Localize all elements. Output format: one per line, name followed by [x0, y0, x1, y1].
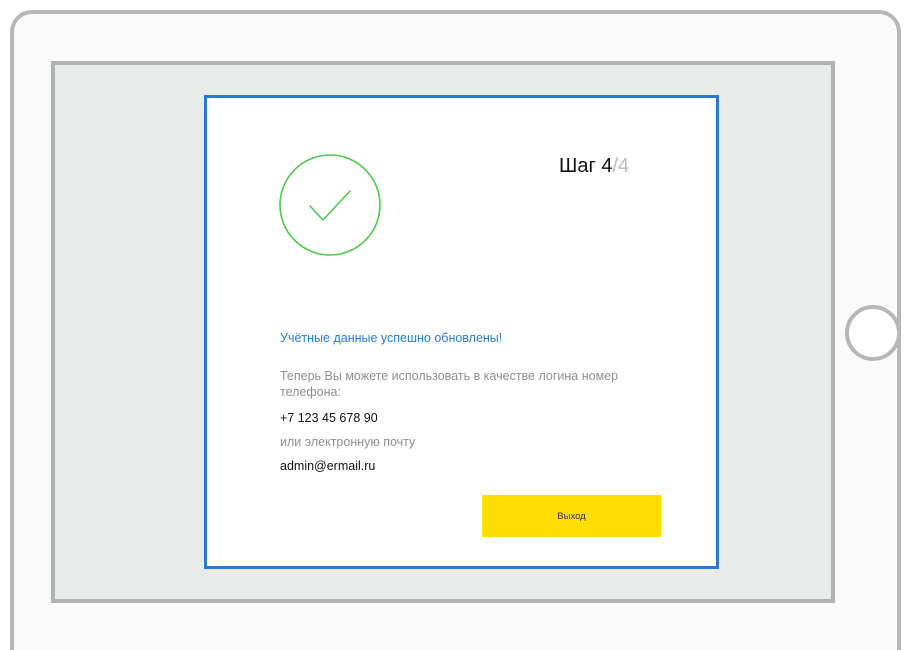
step-label: Шаг	[559, 155, 596, 177]
step-current: 4	[601, 155, 613, 177]
step-total: 4	[618, 155, 630, 177]
check-circle-icon	[279, 154, 381, 256]
success-title: Учётные данные успешно обновлены!	[280, 331, 503, 345]
phone-number: +7 123 45 678 90	[280, 411, 378, 425]
step-indicator: Шаг 4/4	[559, 155, 629, 178]
home-button[interactable]	[845, 305, 901, 361]
success-dialog: Шаг 4/4 Учётные данные успешно обновлены…	[204, 95, 719, 569]
exit-button[interactable]: Выход	[482, 495, 661, 537]
email-address: admin@ermail.ru	[280, 459, 376, 473]
login-hint: Теперь Вы можете использовать в качестве…	[280, 369, 619, 399]
or-email-label: или электронную почту	[280, 435, 416, 449]
